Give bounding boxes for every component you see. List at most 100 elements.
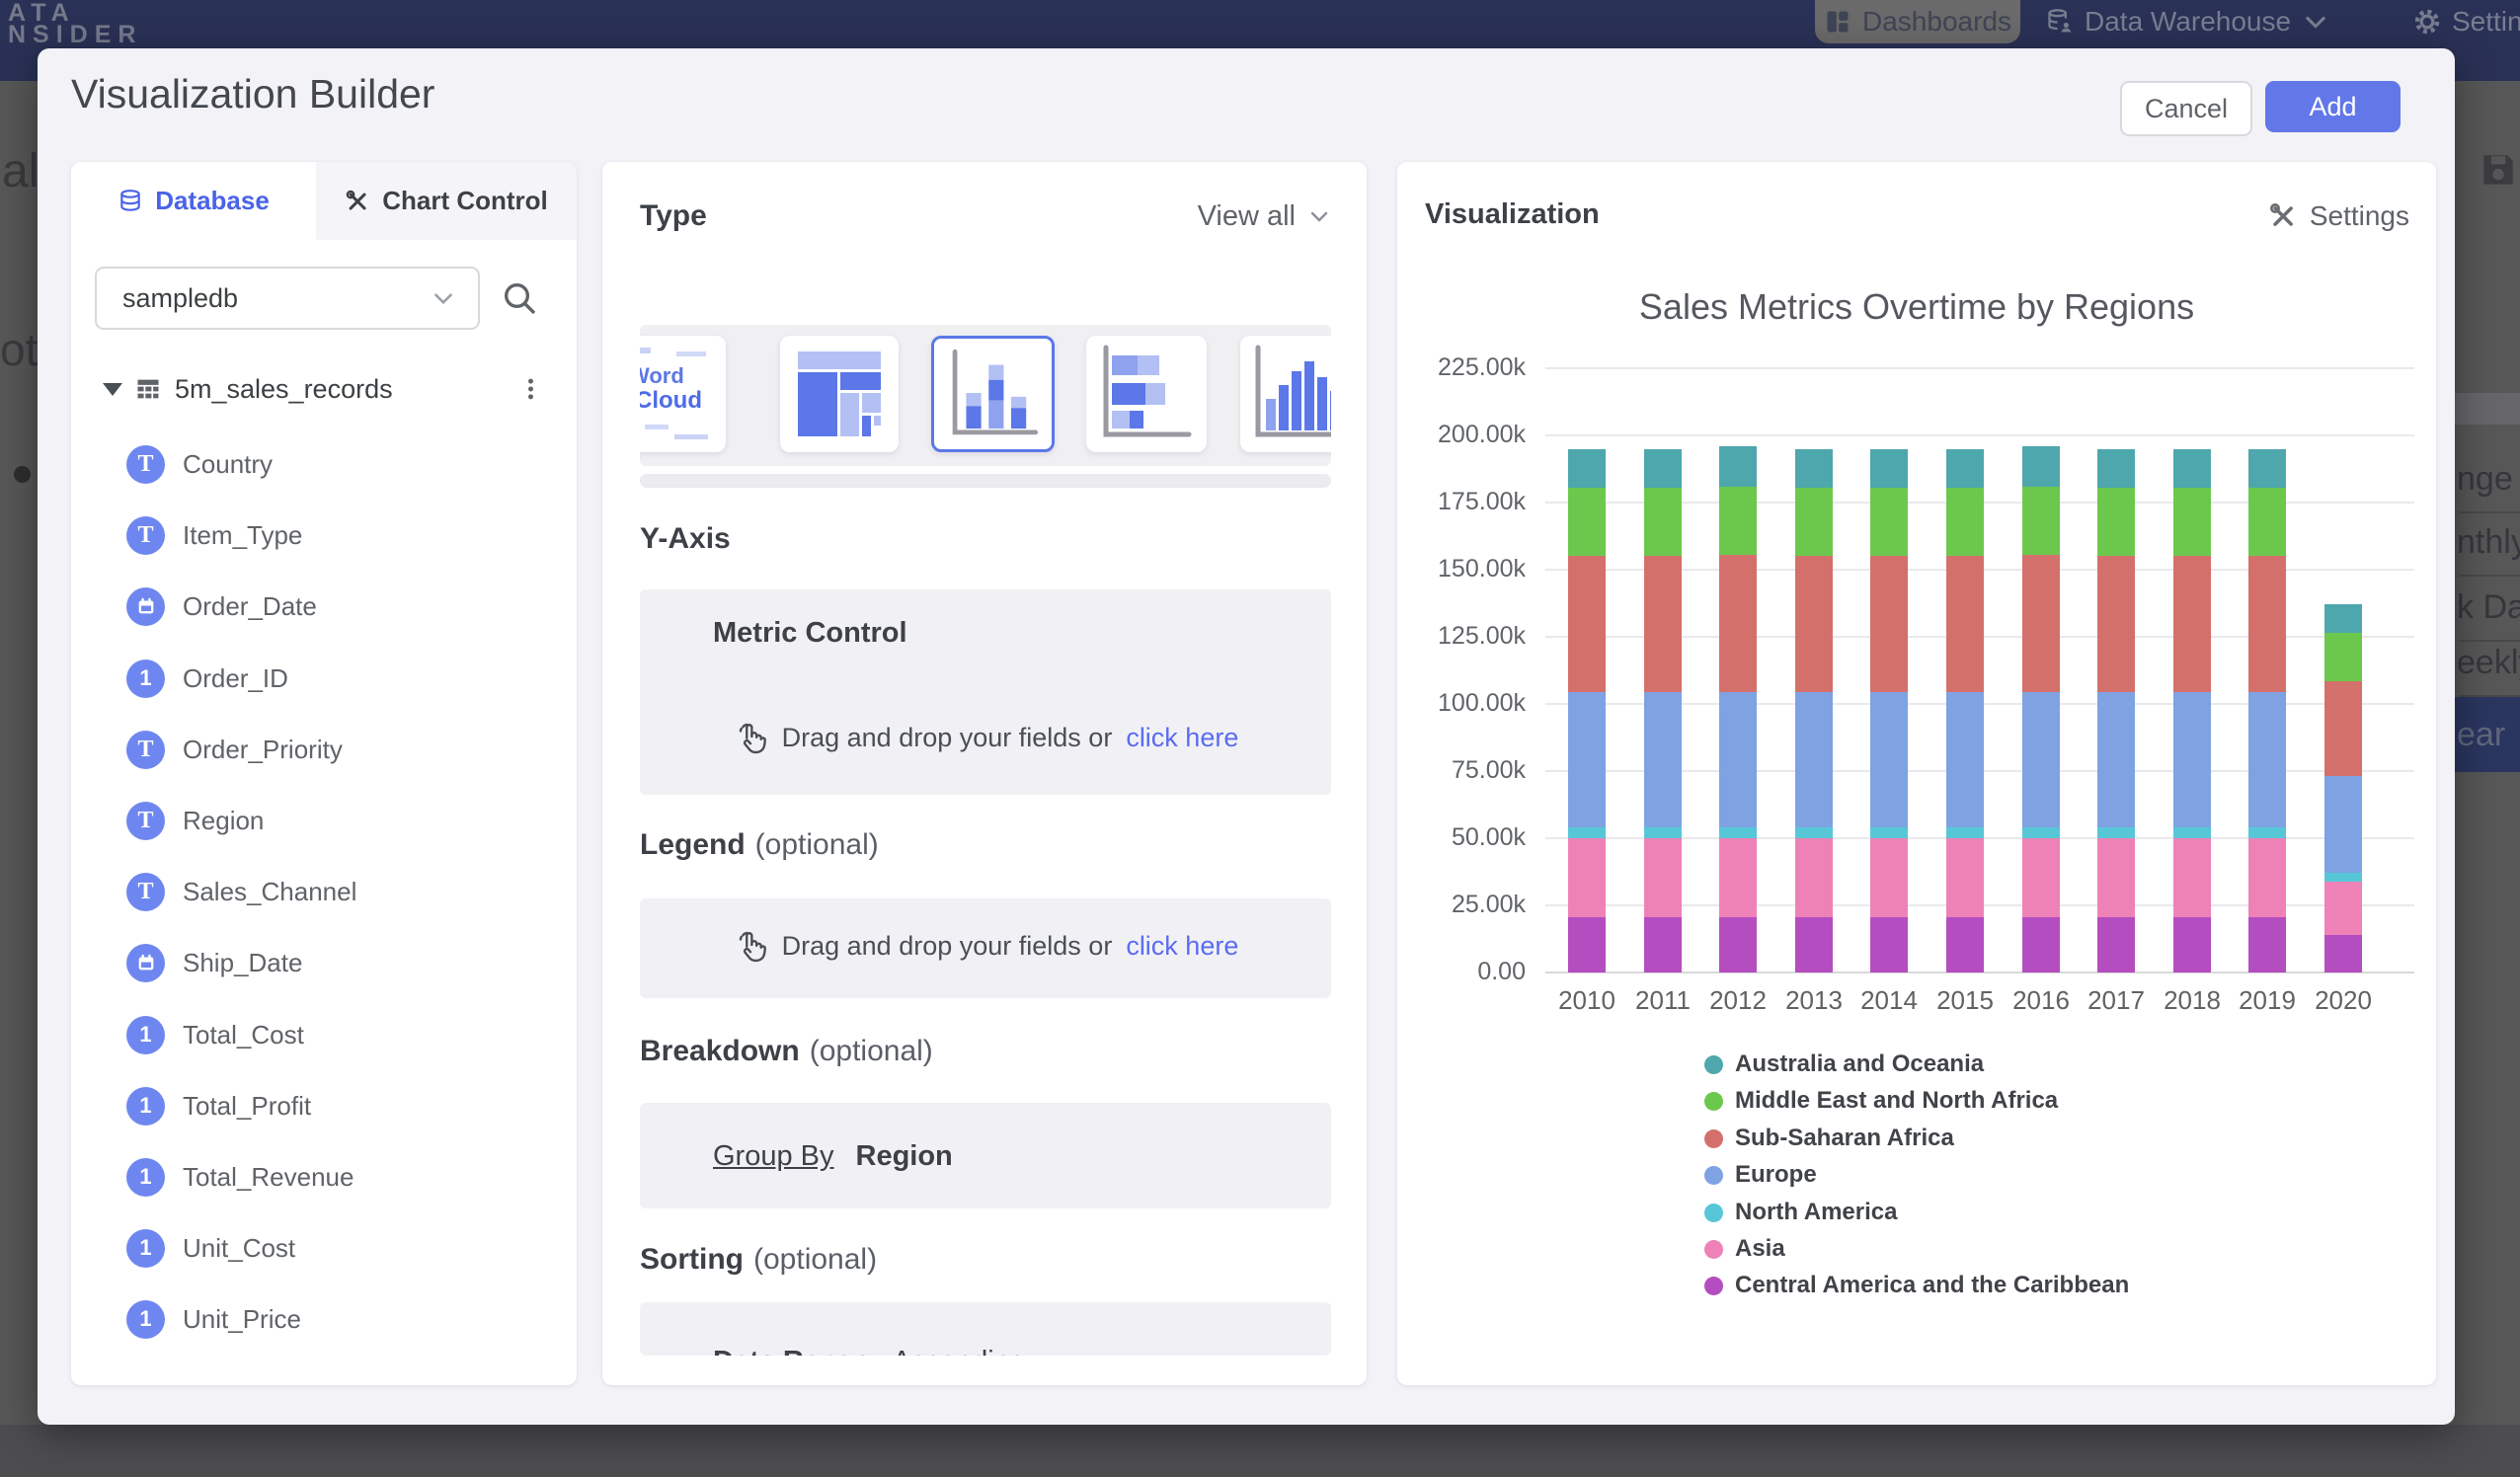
bar-segment — [1795, 838, 1833, 917]
database-panel — [71, 162, 577, 1385]
legend-dropzone[interactable]: Drag and drop your fields or click here — [640, 898, 1331, 998]
bar-segment — [1870, 692, 1908, 827]
y-axis-tick-label: 0.00 — [1402, 958, 1526, 986]
field-name: Ship_Date — [183, 948, 302, 978]
bar-segment — [1795, 488, 1833, 556]
legend-label: Asia — [1735, 1235, 1785, 1263]
bar-segment — [2324, 873, 2362, 882]
bar-segment — [2324, 681, 2362, 776]
bar-segment — [2248, 917, 2286, 972]
bar-segment — [2248, 692, 2286, 827]
database-select[interactable]: sampledb — [95, 267, 480, 330]
number-field-icon: 1 — [126, 1016, 165, 1054]
bar-segment — [1870, 827, 1908, 838]
bar-segment — [1568, 556, 1606, 692]
bg-list-band — [2455, 393, 2520, 425]
bg-list-item: k Date — [2457, 588, 2520, 628]
data-warehouse-icon — [2046, 8, 2074, 36]
legend-label: Europe — [1735, 1161, 1817, 1189]
chevron-down-icon — [2302, 8, 2329, 36]
chart-type-card-stacked-column[interactable] — [931, 336, 1055, 452]
nav-item-dashboards[interactable]: Dashboards — [1815, 0, 2020, 43]
field-item-item_type[interactable]: TItem_Type — [126, 511, 551, 559]
bar-segment — [2248, 827, 2286, 838]
group-by-value: Region — [856, 1140, 953, 1173]
save-icon[interactable] — [2477, 146, 2520, 194]
bar-segment — [1795, 692, 1833, 827]
group-by-label[interactable]: Group By — [713, 1140, 834, 1173]
bar-segment — [2248, 449, 2286, 488]
bar-segment — [2173, 449, 2211, 488]
field-item-total_cost[interactable]: 1 Total_Cost — [126, 1011, 551, 1058]
bar-segment — [2022, 446, 2060, 487]
kebab-menu-icon[interactable] — [517, 369, 557, 409]
tab-database[interactable]: Database — [71, 162, 316, 240]
field-item-order_date[interactable]: Order_Date — [126, 583, 551, 630]
field-item-total_revenue[interactable]: 1Total_Revenue — [126, 1153, 551, 1201]
chart-type-card-stacked-bar[interactable] — [1086, 336, 1207, 452]
field-item-order_priority[interactable]: TOrder_Priority — [126, 726, 551, 773]
date-field-icon — [126, 587, 165, 626]
y-axis-tick-label: 125.00k — [1402, 622, 1526, 651]
carousel-scrollbar[interactable] — [640, 474, 1331, 488]
breakdown-heading: Breakdown (optional) — [640, 1032, 933, 1071]
chart-type-card-word-cloud[interactable]: WordCloud — [640, 336, 726, 452]
search-icon[interactable] — [500, 278, 539, 318]
database-select-value: sampledb — [122, 283, 238, 314]
field-name: Total_Cost — [183, 1020, 304, 1050]
nav-item-data-warehouse[interactable]: Data Warehouse — [2046, 0, 2329, 43]
bar-segment — [2324, 604, 2362, 633]
field-item-order_id[interactable]: 1Order_ID — [126, 655, 551, 702]
bar-segment — [2248, 556, 2286, 692]
field-item-total_profit[interactable]: 1Total_Profit — [126, 1082, 551, 1129]
click-here-link[interactable]: click here — [1126, 723, 1238, 753]
bar-segment — [1946, 838, 1984, 917]
caret-down-icon[interactable] — [103, 383, 122, 396]
chart-type-card-column[interactable] — [1240, 336, 1331, 452]
chart-type-card-treemap[interactable] — [780, 336, 899, 452]
field-item-unit_price[interactable]: 1Unit_Price — [126, 1295, 551, 1343]
legend-color-dot — [1704, 1092, 1723, 1111]
bar-segment — [1946, 692, 1984, 827]
cancel-button[interactable]: Cancel — [2120, 81, 2252, 136]
tab-database-label: Database — [155, 186, 270, 216]
click-here-link[interactable]: click here — [1126, 931, 1238, 962]
tab-chart-control[interactable]: Chart Control — [316, 162, 577, 240]
chart-legend-item: Central America and the Caribbean — [1704, 1271, 2129, 1300]
bg-text-fragment: al — [2, 144, 39, 198]
x-axis-tick-label: 2020 — [2299, 985, 2388, 1016]
metric-control-title: Metric Control — [713, 617, 907, 650]
nav-item-settings[interactable]: Settings — [2413, 0, 2520, 43]
field-item-ship_date[interactable]: Ship_Date — [126, 939, 551, 986]
bar-segment — [2173, 692, 2211, 827]
settings-button[interactable]: Settings — [2212, 196, 2409, 236]
bar-segment — [1644, 838, 1682, 917]
number-field-icon: 1 — [126, 1229, 165, 1268]
bg-list-divider — [2459, 640, 2520, 642]
field-item-region[interactable]: TRegion — [126, 797, 551, 844]
app-logo: ATA NSIDER — [8, 2, 142, 45]
field-item-unit_cost[interactable]: 1Unit_Cost — [126, 1224, 551, 1272]
sort-field-label: Date Range — [713, 1346, 871, 1356]
table-tree-header[interactable]: 5m_sales_records — [95, 367, 549, 411]
wordcloud-word: Word — [640, 363, 684, 389]
field-item-country[interactable]: TCountry — [126, 440, 551, 488]
gear-icon — [2413, 8, 2441, 36]
sorting-control[interactable]: Date Range Ascending — [640, 1302, 1331, 1356]
breakdown-group-by[interactable]: Group By Region — [640, 1103, 1331, 1208]
bar-segment — [2022, 838, 2060, 917]
bar-segment — [1870, 917, 1908, 972]
y-axis-tick-label: 225.00k — [1402, 353, 1526, 382]
bar-segment — [1719, 917, 1757, 972]
bar-segment — [2173, 838, 2211, 917]
bar-segment — [1568, 692, 1606, 827]
field-item-sales_channel[interactable]: TSales_Channel — [126, 868, 551, 915]
bar-segment — [1795, 827, 1833, 838]
chart-legend-item: North America — [1704, 1198, 1897, 1227]
add-button[interactable]: Add — [2265, 81, 2401, 132]
bar-segment — [2022, 555, 2060, 692]
metric-control-dropzone[interactable]: Metric Control Drag and drop your fields… — [640, 589, 1331, 795]
sorting-heading: Sorting (optional) — [640, 1240, 877, 1280]
bar-segment — [2173, 917, 2211, 972]
view-all-button[interactable]: View all — [1145, 196, 1331, 236]
